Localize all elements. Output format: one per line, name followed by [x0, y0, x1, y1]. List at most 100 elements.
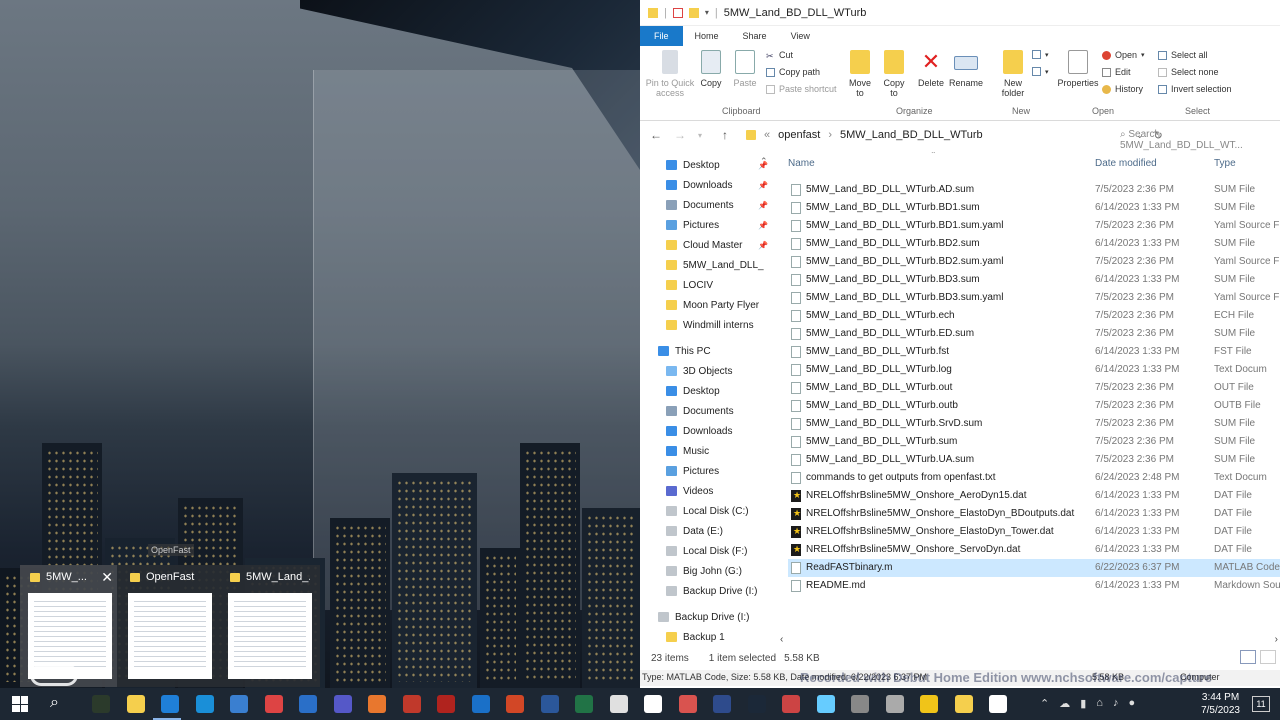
close-icon[interactable]: ✕ — [101, 569, 113, 586]
uvu-app-icon[interactable] — [92, 695, 110, 713]
store-icon[interactable] — [161, 695, 179, 713]
excel-icon[interactable] — [575, 695, 593, 713]
nav-pc-item[interactable]: 3D Objects — [666, 362, 770, 380]
nav-quick-item[interactable]: Moon Party Flyer — [666, 296, 770, 314]
file-row[interactable]: 5MW_Land_BD_DLL_WTurb.ech 7/5/2023 2:36 P… — [788, 307, 1280, 325]
acrobat-icon[interactable] — [782, 695, 800, 713]
file-row[interactable]: 5MW_Land_BD_DLL_WTurb.BD1.sum.yaml 7/5/20… — [788, 217, 1280, 235]
nav-scroll-up-icon[interactable]: ⌃ — [760, 156, 768, 167]
history-button[interactable]: History — [1102, 84, 1143, 94]
nav-pc-item[interactable]: Data (E:) — [666, 522, 770, 540]
file-row[interactable]: README.md 6/14/2023 1:33 PM Markdown Sou — [788, 577, 1280, 595]
breadcrumb-overflow[interactable]: « — [764, 129, 770, 141]
nav-pc-item[interactable]: Local Disk (F:) — [666, 542, 770, 560]
mail-icon[interactable] — [299, 695, 317, 713]
nav-quick-item[interactable]: LOCIV — [666, 276, 770, 294]
tab-view[interactable]: View — [779, 26, 822, 46]
edge-icon[interactable] — [195, 695, 214, 713]
scroll-right-icon[interactable]: › — [1275, 634, 1278, 645]
sticky-icon[interactable] — [851, 695, 869, 713]
properties-quick-icon[interactable] — [672, 7, 683, 18]
cut-button[interactable]: ✂ Cut — [766, 50, 793, 61]
copy-path-button[interactable]: Copy path — [766, 67, 820, 77]
breadcrumb-openfast[interactable]: openfast — [778, 129, 820, 141]
nav-quick-item[interactable]: 5MW_Land_DLL_ — [666, 256, 770, 274]
nav-pc-item[interactable]: Pictures — [666, 462, 770, 480]
file-row[interactable]: 5MW_Land_BD_DLL_WTurb.out 7/5/2023 2:36 P… — [788, 379, 1280, 397]
file-row[interactable]: 5MW_Land_BD_DLL_WTurb.AD.sum 7/5/2023 2:3… — [788, 181, 1280, 199]
battery-icon[interactable]: ▮ — [1080, 697, 1086, 710]
nav-pc-item[interactable]: Downloads — [666, 422, 770, 440]
file-row[interactable]: 5MW_Land_BD_DLL_WTurb.log 6/14/2023 1:33 … — [788, 361, 1280, 379]
new-folder-quick-icon[interactable] — [688, 7, 699, 18]
file-explorer-icon[interactable] — [126, 695, 145, 713]
file-row[interactable]: NRELOffshrBsline5MW_Onshore_ServoDyn.dat… — [788, 541, 1280, 559]
file-row[interactable]: NRELOffshrBsline5MW_Onshore_ElastoDyn_BD… — [788, 505, 1280, 523]
pin-quick-access-button[interactable]: Pin to Quick access — [644, 50, 696, 98]
word-icon[interactable] — [540, 695, 559, 713]
file-row[interactable]: 5MW_Land_BD_DLL_WTurb.BD3.sum 6/14/2023 1… — [788, 271, 1280, 289]
file-row[interactable]: 5MW_Land_BD_DLL_WTurb.BD1.sum 6/14/2023 1… — [788, 199, 1280, 217]
open-button[interactable]: Open ▾ — [1102, 50, 1145, 60]
column-header-name[interactable]: Name — [788, 158, 815, 169]
nav-quick-item[interactable]: Downloads 📌 — [666, 176, 770, 194]
file-row[interactable]: commands to get outputs from openfast.tx… — [788, 469, 1280, 487]
breadcrumb-current[interactable]: 5MW_Land_BD_DLL_WTurb — [840, 129, 983, 141]
app-c-icon[interactable] — [471, 695, 490, 713]
delete-button[interactable]: ✕ Delete — [916, 50, 946, 89]
file-row[interactable]: NRELOffshrBsline5MW_Onshore_ElastoDyn_To… — [788, 523, 1280, 541]
paste-shortcut-button[interactable]: Paste shortcut — [766, 84, 837, 94]
up-arrow-icon[interactable]: ↑ — [722, 128, 736, 142]
edit-button[interactable]: Edit — [1102, 67, 1131, 77]
copy-to-button[interactable]: Copy to — [880, 50, 908, 98]
details-view-button[interactable] — [1240, 650, 1256, 664]
quick-access-dropdown-icon[interactable]: ▾ — [705, 8, 709, 17]
chrome-icon[interactable] — [368, 695, 386, 713]
select-none-button[interactable]: Select none — [1158, 67, 1219, 77]
clock[interactable]: 3:44 PM 7/5/2023 — [1201, 688, 1240, 720]
clock-app-icon[interactable] — [609, 695, 628, 713]
volume-icon[interactable]: ♪ — [1113, 697, 1119, 710]
file-row[interactable]: 5MW_Land_BD_DLL_WTurb.UA.sum 7/5/2023 2:3… — [788, 451, 1280, 469]
nav-backup-drive[interactable]: Backup Drive (I:) — [658, 608, 762, 626]
nav-quick-item[interactable]: Cloud Master 📌 — [666, 236, 770, 254]
powerpoint-icon[interactable] — [506, 695, 524, 713]
easy-access-button[interactable]: ▾ — [1032, 67, 1049, 76]
file-row[interactable]: NRELOffshrBsline5MW_Onshore_AeroDyn15.da… — [788, 487, 1280, 505]
nav-quick-item[interactable]: Desktop 📌 — [666, 156, 770, 174]
nav-pc-item[interactable]: Local Disk (C:) — [666, 502, 770, 520]
rename-button[interactable]: Rename — [948, 50, 984, 88]
nav-pc-item[interactable]: Backup Drive (I:) — [666, 582, 770, 600]
weather-icon[interactable] — [816, 695, 835, 713]
nav-this-pc[interactable]: This PC — [658, 342, 762, 360]
notepad-icon[interactable] — [989, 695, 1007, 713]
anydesk-icon[interactable] — [402, 695, 421, 713]
select-all-button[interactable]: Select all — [1158, 50, 1208, 60]
breadcrumb[interactable]: « openfast › 5MW_Land_BD_DLL_WTurb — [746, 129, 1046, 141]
file-row[interactable]: 5MW_Land_BD_DLL_WTurb.outb 7/5/2023 2:36 … — [788, 397, 1280, 415]
properties-button[interactable]: Properties — [1056, 50, 1100, 88]
file-row[interactable]: 5MW_Land_BD_DLL_WTurb.BD2.sum.yaml 7/5/20… — [788, 253, 1280, 271]
nav-pc-item[interactable]: Documents — [666, 402, 770, 420]
search-icon[interactable]: ⌕ — [50, 694, 59, 712]
nav-pc-item[interactable]: Videos — [666, 482, 770, 500]
file-row[interactable]: 5MW_Land_BD_DLL_WTurb.SrvD.sum 7/5/2023 2… — [788, 415, 1280, 433]
onedrive-icon[interactable]: ☁ — [1059, 697, 1070, 710]
thumbnail-window-2[interactable]: OpenFast — [120, 565, 217, 687]
horizontal-scrollbar[interactable]: ‹ › — [780, 634, 1280, 646]
network-icon[interactable]: ⌂ — [1096, 697, 1103, 710]
vs-icon[interactable] — [713, 695, 731, 713]
edge-tray-icon[interactable]: ● — [1128, 697, 1135, 710]
nav-quick-item[interactable]: Documents 📌 — [666, 196, 770, 214]
nav-pc-item[interactable]: Big John (G:) — [666, 562, 770, 580]
nav-quick-item[interactable]: Pictures 📌 — [666, 216, 770, 234]
file-row[interactable]: 5MW_Land_BD_DLL_WTurb.sum 7/5/2023 2:36 P… — [788, 433, 1280, 451]
column-header-type[interactable]: Type — [1214, 158, 1236, 169]
folder-pin-icon[interactable] — [954, 695, 973, 713]
sticky-notes-icon[interactable] — [920, 695, 938, 713]
gmail-icon[interactable] — [264, 695, 283, 713]
new-item-button[interactable]: ▾ — [1032, 50, 1049, 59]
tab-home[interactable]: Home — [683, 26, 731, 46]
windows-start-icon[interactable] — [12, 696, 28, 712]
notification-center-icon[interactable]: 11 — [1252, 696, 1270, 712]
